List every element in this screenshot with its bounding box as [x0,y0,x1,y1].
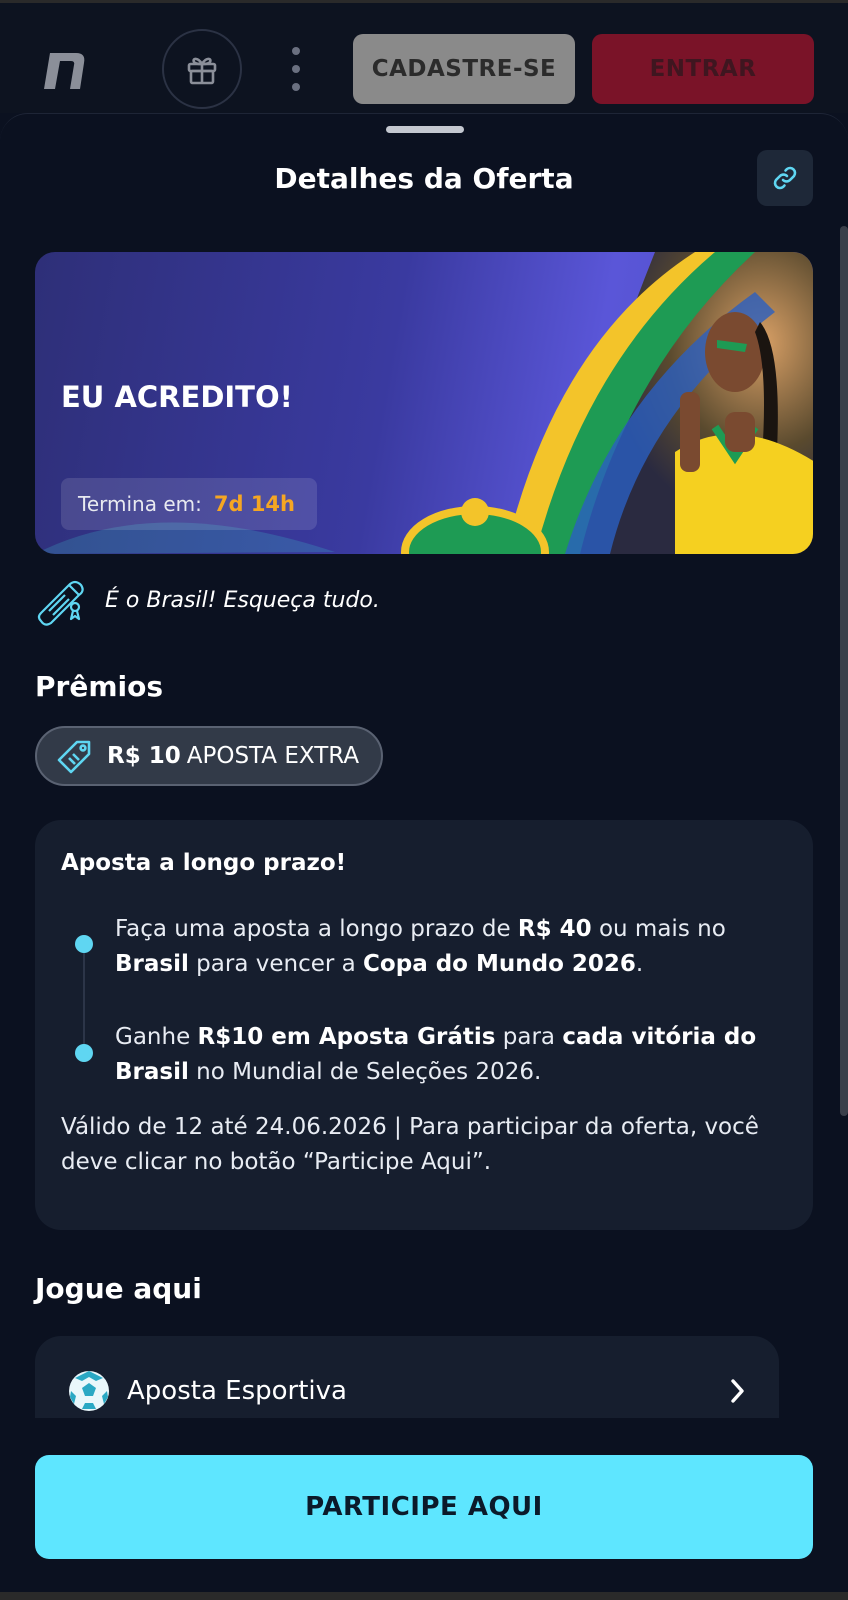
chevron-right-icon [731,1379,744,1403]
top-header: CADASTRE-SE ENTRAR [0,3,848,113]
timer-value: 7d 14h [213,492,295,516]
register-button[interactable]: CADASTRE-SE [353,34,575,104]
info-title: Aposta a longo prazo! [61,850,347,876]
soccer-ball-icon [69,1371,109,1411]
link-icon [773,166,797,190]
prize-amount: R$ 10 [107,743,181,769]
prizes-title: Prêmios [35,670,163,703]
gift-button[interactable] [162,29,242,109]
scroll-icon [37,580,84,626]
ticket-icon [57,740,91,774]
sheet-drag-handle[interactable] [386,126,464,133]
prize-badge: R$ 10 APOSTA EXTRA [35,726,383,786]
banner-title: EU ACREDITO! [61,380,293,414]
sports-bet-label: Aposta Esportiva [127,1376,347,1406]
tagline-row: É o Brasil! Esqueça tudo. [35,572,380,628]
more-vertical-icon[interactable] [284,47,308,91]
copy-link-button[interactable] [757,150,813,206]
participate-button[interactable]: PARTICIPE AQUI [35,1455,813,1559]
step-1-text: Faça uma aposta a longo prazo de R$ 40 o… [115,916,726,977]
brand-logo-icon[interactable] [40,45,88,93]
timer-label: Termina em: [78,492,202,516]
offer-info-card: Aposta a longo prazo! Faça uma aposta a … [35,820,813,1230]
step-2-text: Ganhe R$10 em Aposta Grátis para cada vi… [115,1024,757,1085]
window-bottom-border [0,1592,848,1600]
sports-bet-link[interactable]: Aposta Esportiva [35,1336,779,1418]
step-1-dot [75,935,93,953]
prize-label: APOSTA EXTRA [186,743,360,769]
login-button[interactable]: ENTRAR [592,34,814,104]
offer-details-sheet: Detalhes da Oferta EU ACREDITO! Termina … [0,113,848,1592]
gift-icon [187,57,217,85]
validity-text: Válido de 12 até 24.06.2026 | Para parti… [61,1114,759,1175]
steps-connector [83,944,85,1052]
step-2-dot [75,1044,93,1062]
scrollbar[interactable] [840,226,848,1116]
play-here-title: Jogue aqui [35,1272,202,1305]
offer-tagline: É o Brasil! Esqueça tudo. [105,587,380,613]
sheet-title: Detalhes da Oferta [274,162,574,195]
promo-banner: EU ACREDITO! Termina em: 7d 14h [35,252,813,554]
countdown-timer: Termina em: 7d 14h [61,478,317,530]
